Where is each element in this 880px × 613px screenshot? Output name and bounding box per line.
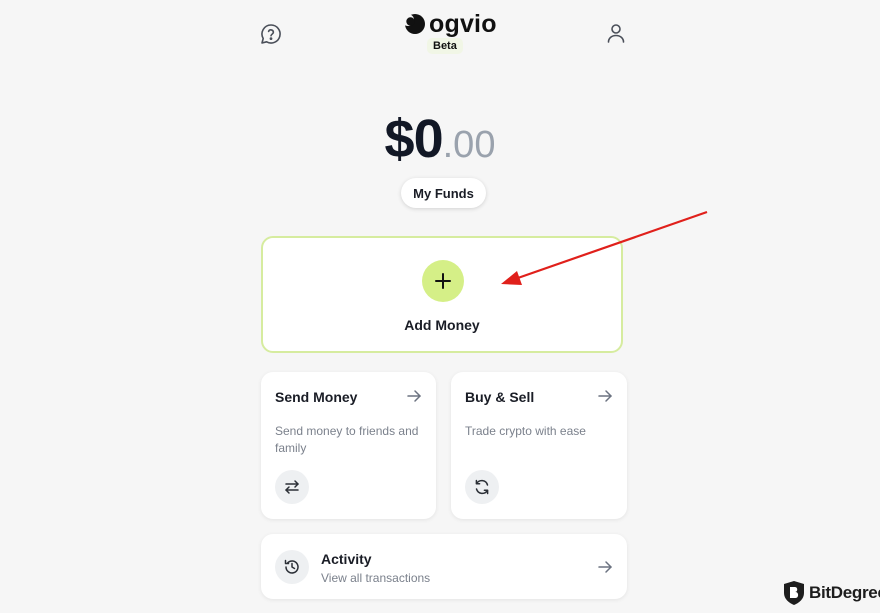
buy-sell-description: Trade crypto with ease	[465, 424, 586, 438]
my-funds-button[interactable]: My Funds	[401, 178, 486, 208]
brand-name: ogvio	[429, 9, 497, 38]
bitdegree-watermark: BitDegree	[783, 580, 880, 606]
balance-cents: .00	[442, 124, 496, 166]
arrow-right-icon	[597, 388, 613, 404]
ogvio-logo: ogvio	[402, 10, 497, 38]
refresh-icon	[465, 470, 499, 504]
swap-arrows-icon	[275, 470, 309, 504]
help-chat-icon[interactable]	[259, 22, 283, 46]
balance-display: $0.00	[0, 108, 880, 170]
bitdegree-text: BitDegree	[809, 583, 880, 602]
add-money-label: Add Money	[404, 317, 480, 333]
plus-icon[interactable]	[422, 260, 464, 302]
activity-subtitle: View all transactions	[321, 571, 431, 585]
send-money-card[interactable]: Send Money Send money to friends and fam…	[261, 372, 436, 519]
annotation-arrow-icon	[495, 205, 715, 295]
buy-sell-card[interactable]: Buy & Sell Trade crypto with ease	[451, 372, 627, 519]
user-icon[interactable]	[604, 21, 628, 45]
send-money-title: Send Money	[275, 389, 358, 405]
buy-sell-title: Buy & Sell	[465, 389, 535, 405]
ogvio-logo-mark-icon	[402, 14, 425, 34]
beta-badge: Beta	[427, 38, 463, 54]
send-money-description: Send money to friends and family	[275, 424, 419, 455]
arrow-right-icon	[597, 559, 613, 575]
arrow-right-icon	[406, 388, 422, 404]
bitdegree-shield-icon	[784, 581, 804, 605]
balance-whole: $0	[384, 109, 444, 169]
history-icon	[275, 550, 309, 584]
activity-title: Activity	[321, 551, 372, 567]
activity-card[interactable]: Activity View all transactions	[261, 534, 627, 599]
